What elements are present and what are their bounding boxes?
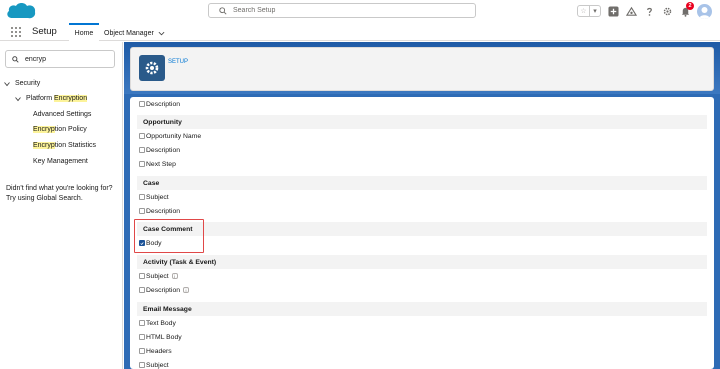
section-header-case-comment: Case Comment [137, 222, 707, 236]
field-label: Subject [146, 361, 169, 369]
field-checkbox[interactable] [139, 101, 145, 107]
setup-header-card: SETUP [130, 47, 714, 91]
field-label: Description [146, 286, 180, 294]
tree-link-key-management[interactable]: Key Management [33, 158, 88, 165]
setup-sidebar: Security Platform Encryption Advanced Se… [0, 42, 123, 369]
field-checkbox[interactable] [139, 194, 145, 200]
section-header-opportunity: Opportunity [137, 115, 707, 129]
tab-home[interactable]: Home [69, 23, 99, 41]
tab-object-manager[interactable]: Object Manager [104, 25, 165, 41]
field-label: Description [146, 207, 180, 215]
trailhead-guidance-icon[interactable] [625, 5, 637, 17]
header-utility-icons: ☆ ▾ 2 [577, 2, 712, 20]
favorites-group: ☆ ▾ [577, 5, 601, 17]
field-label: Next Step [146, 160, 176, 168]
field-label: HTML Body [146, 333, 182, 341]
help-question-icon[interactable] [643, 5, 655, 17]
field-checkbox[interactable] [139, 147, 145, 153]
field-checkbox[interactable] [139, 362, 145, 368]
case-comment-highlight-box [134, 219, 204, 253]
notifications-bell-icon[interactable]: 2 [679, 2, 694, 17]
app-navigation-bar: Setup Home Object Manager [0, 22, 720, 41]
tree-node-platform-encryption[interactable]: Platform Encryption [15, 95, 88, 102]
setup-label: SETUP [168, 59, 189, 65]
not-found-hint: Didn't find what you're looking for? Try… [6, 184, 121, 204]
app-launcher-waffle-icon[interactable] [11, 27, 21, 37]
field-checkbox[interactable] [139, 133, 145, 139]
field-row: Body [137, 237, 707, 249]
field-label: Subject [146, 272, 169, 280]
search-match-highlight: Encryp [33, 126, 55, 133]
field-label: Description [146, 100, 180, 108]
global-search-input[interactable] [233, 5, 463, 16]
info-icon[interactable]: i [171, 273, 178, 279]
search-icon [219, 7, 227, 15]
field-checkbox[interactable] [139, 273, 145, 279]
field-checkbox[interactable] [139, 287, 145, 293]
setup-main-area: SETUP Description Opportunity Opportunit… [124, 42, 720, 369]
field-label: Subject [146, 193, 169, 201]
chevron-down-icon[interactable] [4, 81, 10, 87]
tree-node-security[interactable]: Security [4, 80, 40, 87]
section-header-activity: Activity (Task & Event) [137, 255, 707, 269]
search-icon [12, 56, 19, 63]
field-row: Subject [137, 359, 707, 369]
tree-link-encryption-statistics[interactable]: Encryp tion Statistics [33, 142, 96, 149]
field-row: Description [137, 205, 707, 217]
search-match-highlight: Encryption [54, 95, 88, 102]
star-icon[interactable]: ☆ [578, 6, 589, 16]
field-label: Headers [146, 347, 172, 355]
field-label: Text Body [146, 319, 176, 327]
field-checkbox[interactable] [139, 161, 145, 167]
field-label: Description [146, 146, 180, 154]
chevron-down-icon[interactable] [158, 30, 165, 37]
field-checkbox[interactable] [139, 320, 145, 326]
tree-label-encryption-statistics: tion Statistics [54, 142, 97, 149]
info-icon[interactable]: i [183, 287, 189, 293]
salesforce-logo-icon[interactable] [6, 2, 36, 20]
field-row: Text Body [137, 317, 707, 329]
field-checkbox[interactable] [139, 348, 145, 354]
global-header: ☆ ▾ 2 [0, 0, 720, 22]
field-row: HTML Body [137, 331, 707, 343]
notification-count-badge: 2 [686, 2, 694, 10]
not-found-line-2: Try using Global Search. [6, 195, 83, 202]
field-label: Opportunity Name [146, 132, 202, 140]
field-checkbox[interactable] [139, 208, 145, 214]
tree-label-encryption-policy: tion Policy [54, 126, 87, 133]
tree-label-platform-prefix: Platform [26, 95, 55, 102]
field-row: Description [137, 98, 707, 110]
tree-link-encryption-policy[interactable]: Encryp tion Policy [33, 126, 87, 133]
field-row: Description i [137, 284, 707, 296]
section-header-case: Case [137, 176, 707, 190]
user-avatar[interactable] [697, 3, 712, 19]
search-match-highlight: Encryp [33, 142, 55, 149]
favorites-dropdown-icon[interactable]: ▾ [589, 6, 600, 16]
section-header-email-message: Email Message [137, 302, 707, 316]
field-row: Headers [137, 345, 707, 357]
tab-object-manager-label: Object Manager [104, 29, 154, 37]
not-found-line-1: Didn't find what you're looking for? [6, 185, 113, 192]
app-name: Setup [32, 26, 57, 37]
global-actions-plus-icon[interactable] [607, 5, 619, 17]
tree-label-advanced-settings: Advanced Settings [33, 111, 92, 118]
quick-find-box[interactable] [5, 50, 115, 68]
field-row: Next Step [137, 158, 707, 170]
tree-label-security: Security [15, 80, 41, 87]
field-row: Subject [137, 191, 707, 203]
tree-label-key-management: Key Management [33, 158, 88, 165]
setup-gear-icon[interactable] [661, 5, 673, 17]
quick-find-input[interactable] [25, 54, 110, 64]
field-row: Opportunity Name [137, 130, 707, 142]
chevron-down-icon[interactable] [15, 96, 21, 102]
global-search-box[interactable] [208, 3, 476, 18]
encryption-fields-panel: Description Opportunity Opportunity Name… [130, 97, 714, 369]
field-checkbox[interactable] [139, 334, 145, 340]
field-row: Description [137, 144, 707, 156]
field-row: Subject i [137, 270, 707, 282]
setup-gear-tile-icon [139, 55, 165, 81]
tree-link-advanced-settings[interactable]: Advanced Settings [33, 111, 91, 118]
